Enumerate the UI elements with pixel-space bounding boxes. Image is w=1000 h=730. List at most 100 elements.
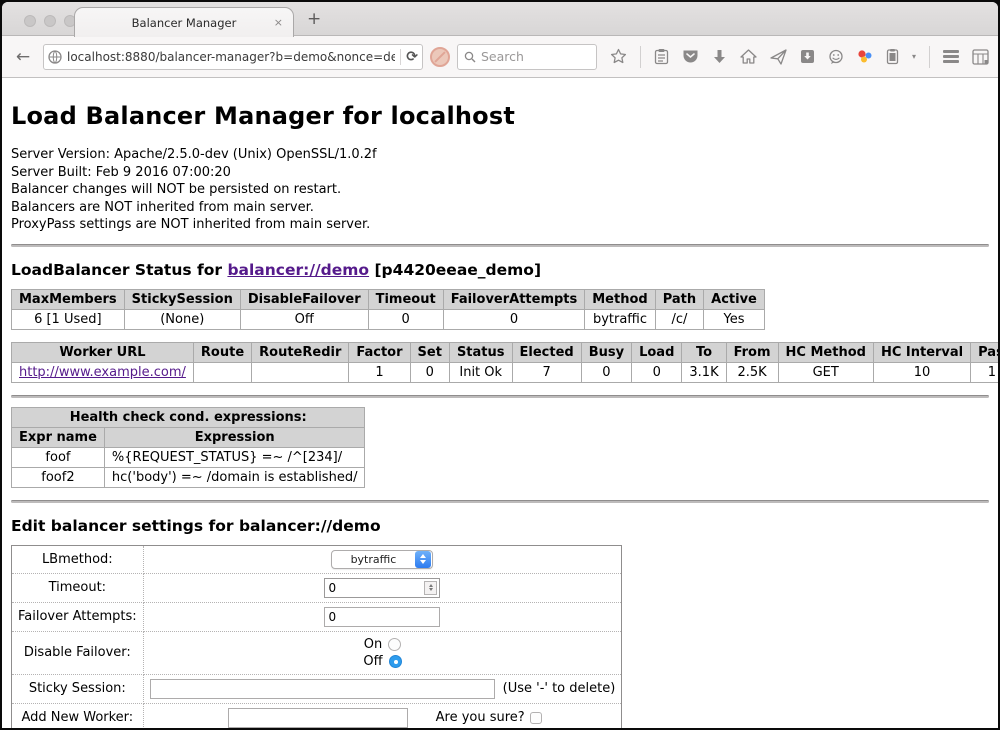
inherit-note-line: Balancers are NOT inherited from main se… <box>11 199 989 217</box>
downloads-arrow-icon[interactable] <box>712 49 727 65</box>
page-title: Load Balancer Manager for localhost <box>11 78 989 140</box>
minimize-window-button[interactable] <box>44 15 56 27</box>
session-clipboard-icon[interactable] <box>886 48 899 65</box>
proxypass-note-line: ProxyPass settings are NOT inherited fro… <box>11 216 989 234</box>
cell-route <box>193 362 251 382</box>
window-controls[interactable] <box>24 15 76 27</box>
tile-view-icon[interactable] <box>972 49 989 65</box>
col-disablefailover: DisableFailover <box>240 289 368 309</box>
table-header-row: Expr name Expression <box>12 427 365 447</box>
cell-maxmembers: 6 [1 Used] <box>12 309 125 329</box>
worker-url-link[interactable]: http://www.example.com/ <box>19 365 186 380</box>
cell-elected: 7 <box>512 362 581 382</box>
table-title-row: Health check cond. expressions: <box>12 407 365 427</box>
bookmark-star-icon[interactable] <box>610 48 627 65</box>
adblock-icon[interactable] <box>430 47 450 67</box>
section-divider <box>11 244 989 247</box>
navigation-toolbar: ← localhost:8880/balancer-manager?b=demo… <box>2 36 998 78</box>
toolbar-separator <box>929 46 930 68</box>
disable-failover-label: Disable Failover: <box>12 631 144 674</box>
table-header-row: Worker URL Route RouteRedir Factor Set S… <box>12 342 999 362</box>
failover-attempts-input[interactable] <box>324 607 440 627</box>
balancer-demo-link[interactable]: balancer://demo <box>227 261 369 279</box>
col-active: Active <box>704 289 765 309</box>
close-window-button[interactable] <box>24 15 36 27</box>
back-button[interactable]: ← <box>10 44 36 70</box>
lbmethod-select[interactable]: bytraffic <box>331 550 433 569</box>
balancer-status-table: MaxMembers StickySession DisableFailover… <box>11 289 765 330</box>
new-tab-button[interactable]: + <box>307 9 321 29</box>
section-divider <box>11 500 989 503</box>
col-status: Status <box>449 342 512 362</box>
col-worker-url: Worker URL <box>12 342 194 362</box>
table-header-row: MaxMembers StickySession DisableFailover… <box>12 289 765 309</box>
search-bar[interactable]: Search <box>457 44 597 70</box>
col-method: Method <box>585 289 655 309</box>
radio-off-label: Off <box>363 654 382 669</box>
col-hc-method: HC Method <box>778 342 873 362</box>
chat-smiley-icon[interactable] <box>828 49 844 65</box>
cell-expression: hc('body') =~ /domain is established/ <box>104 467 365 487</box>
disable-failover-off-radio[interactable] <box>389 655 402 668</box>
cell-load: 0 <box>632 362 682 382</box>
cell-routeredir <box>252 362 349 382</box>
tab-balancer-manager[interactable]: Balancer Manager × <box>74 7 294 37</box>
cell-status: Init Ok <box>449 362 512 382</box>
cell-from: 2.5K <box>726 362 778 382</box>
tab-close-icon[interactable]: × <box>274 16 283 29</box>
col-expr-name: Expr name <box>12 427 105 447</box>
number-spinner-icon[interactable] <box>424 581 437 595</box>
failover-attempts-row: Failover Attempts: <box>12 602 622 631</box>
download-manager-icon[interactable] <box>800 49 815 64</box>
table-row: 6 [1 Used] (None) Off 0 0 bytraffic /c/ … <box>12 309 765 329</box>
cell-expr-name: foof2 <box>12 467 105 487</box>
server-version-line: Server Version: Apache/2.5.0-dev (Unix) … <box>11 146 989 164</box>
home-icon[interactable] <box>740 49 757 64</box>
timeout-field-wrap <box>324 578 440 598</box>
url-text[interactable]: localhost:8880/balancer-manager?b=demo&n… <box>67 50 395 64</box>
toolbar-separator <box>640 46 641 68</box>
table-row: foof %{REQUEST_STATUS} =~ /^[234]/ <box>12 447 365 467</box>
send-plane-icon[interactable] <box>770 49 787 65</box>
col-to: To <box>682 342 726 362</box>
edit-balancer-form: LBmethod: bytraffic Timeout: <box>11 545 622 729</box>
cell-hc-method: GET <box>778 362 873 382</box>
col-route: Route <box>193 342 251 362</box>
reload-icon[interactable]: ⟳ <box>406 49 418 65</box>
server-built-line: Server Built: Feb 9 2016 07:00:20 <box>11 164 989 182</box>
add-worker-label: Add New Worker: <box>12 703 144 728</box>
bookmarks-clipboard-icon[interactable] <box>654 48 669 65</box>
cell-busy: 0 <box>581 362 631 382</box>
sticky-session-input[interactable] <box>150 679 495 699</box>
failover-attempts-label: Failover Attempts: <box>12 602 144 631</box>
browser-window: Balancer Manager × + ← localhost:8880/ba… <box>2 2 998 728</box>
sticky-session-note: (Use '-' to delete) <box>503 681 616 696</box>
cell-hc-interval: 10 <box>873 362 970 382</box>
tab-title: Balancer Manager <box>132 16 237 30</box>
url-bar[interactable]: localhost:8880/balancer-manager?b=demo&n… <box>43 44 423 70</box>
disable-failover-on-radio[interactable] <box>388 638 401 651</box>
add-worker-input[interactable] <box>228 708 408 728</box>
cell-timeout: 0 <box>368 309 443 329</box>
select-stepper-icon <box>415 551 431 568</box>
extension-dots-icon[interactable] <box>857 49 873 64</box>
timeout-input[interactable] <box>325 581 424 595</box>
cell-expression: %{REQUEST_STATUS} =~ /^[234]/ <box>104 447 365 467</box>
pocket-icon[interactable] <box>682 49 699 64</box>
col-expression: Expression <box>104 427 365 447</box>
lbmethod-label: LBmethod: <box>12 545 144 573</box>
cell-to: 3.1K <box>682 362 726 382</box>
chevron-down-icon[interactable]: ▾ <box>912 52 916 61</box>
tab-bar: Balancer Manager × + <box>2 2 998 36</box>
sticky-session-row: Sticky Session: (Use '-' to delete) <box>12 674 622 703</box>
menu-hamburger-icon[interactable] <box>943 48 959 66</box>
page-content: Load Balancer Manager for localhost Serv… <box>2 78 998 728</box>
col-from: From <box>726 342 778 362</box>
lbmethod-selected-value: bytraffic <box>332 553 414 566</box>
radio-on-label: On <box>364 637 382 652</box>
search-placeholder[interactable]: Search <box>481 49 524 64</box>
disable-failover-row: Disable Failover: On Off <box>12 631 622 674</box>
are-you-sure-checkbox[interactable] <box>530 712 542 724</box>
section-divider <box>11 395 989 398</box>
site-identity-globe-icon[interactable] <box>48 50 62 64</box>
